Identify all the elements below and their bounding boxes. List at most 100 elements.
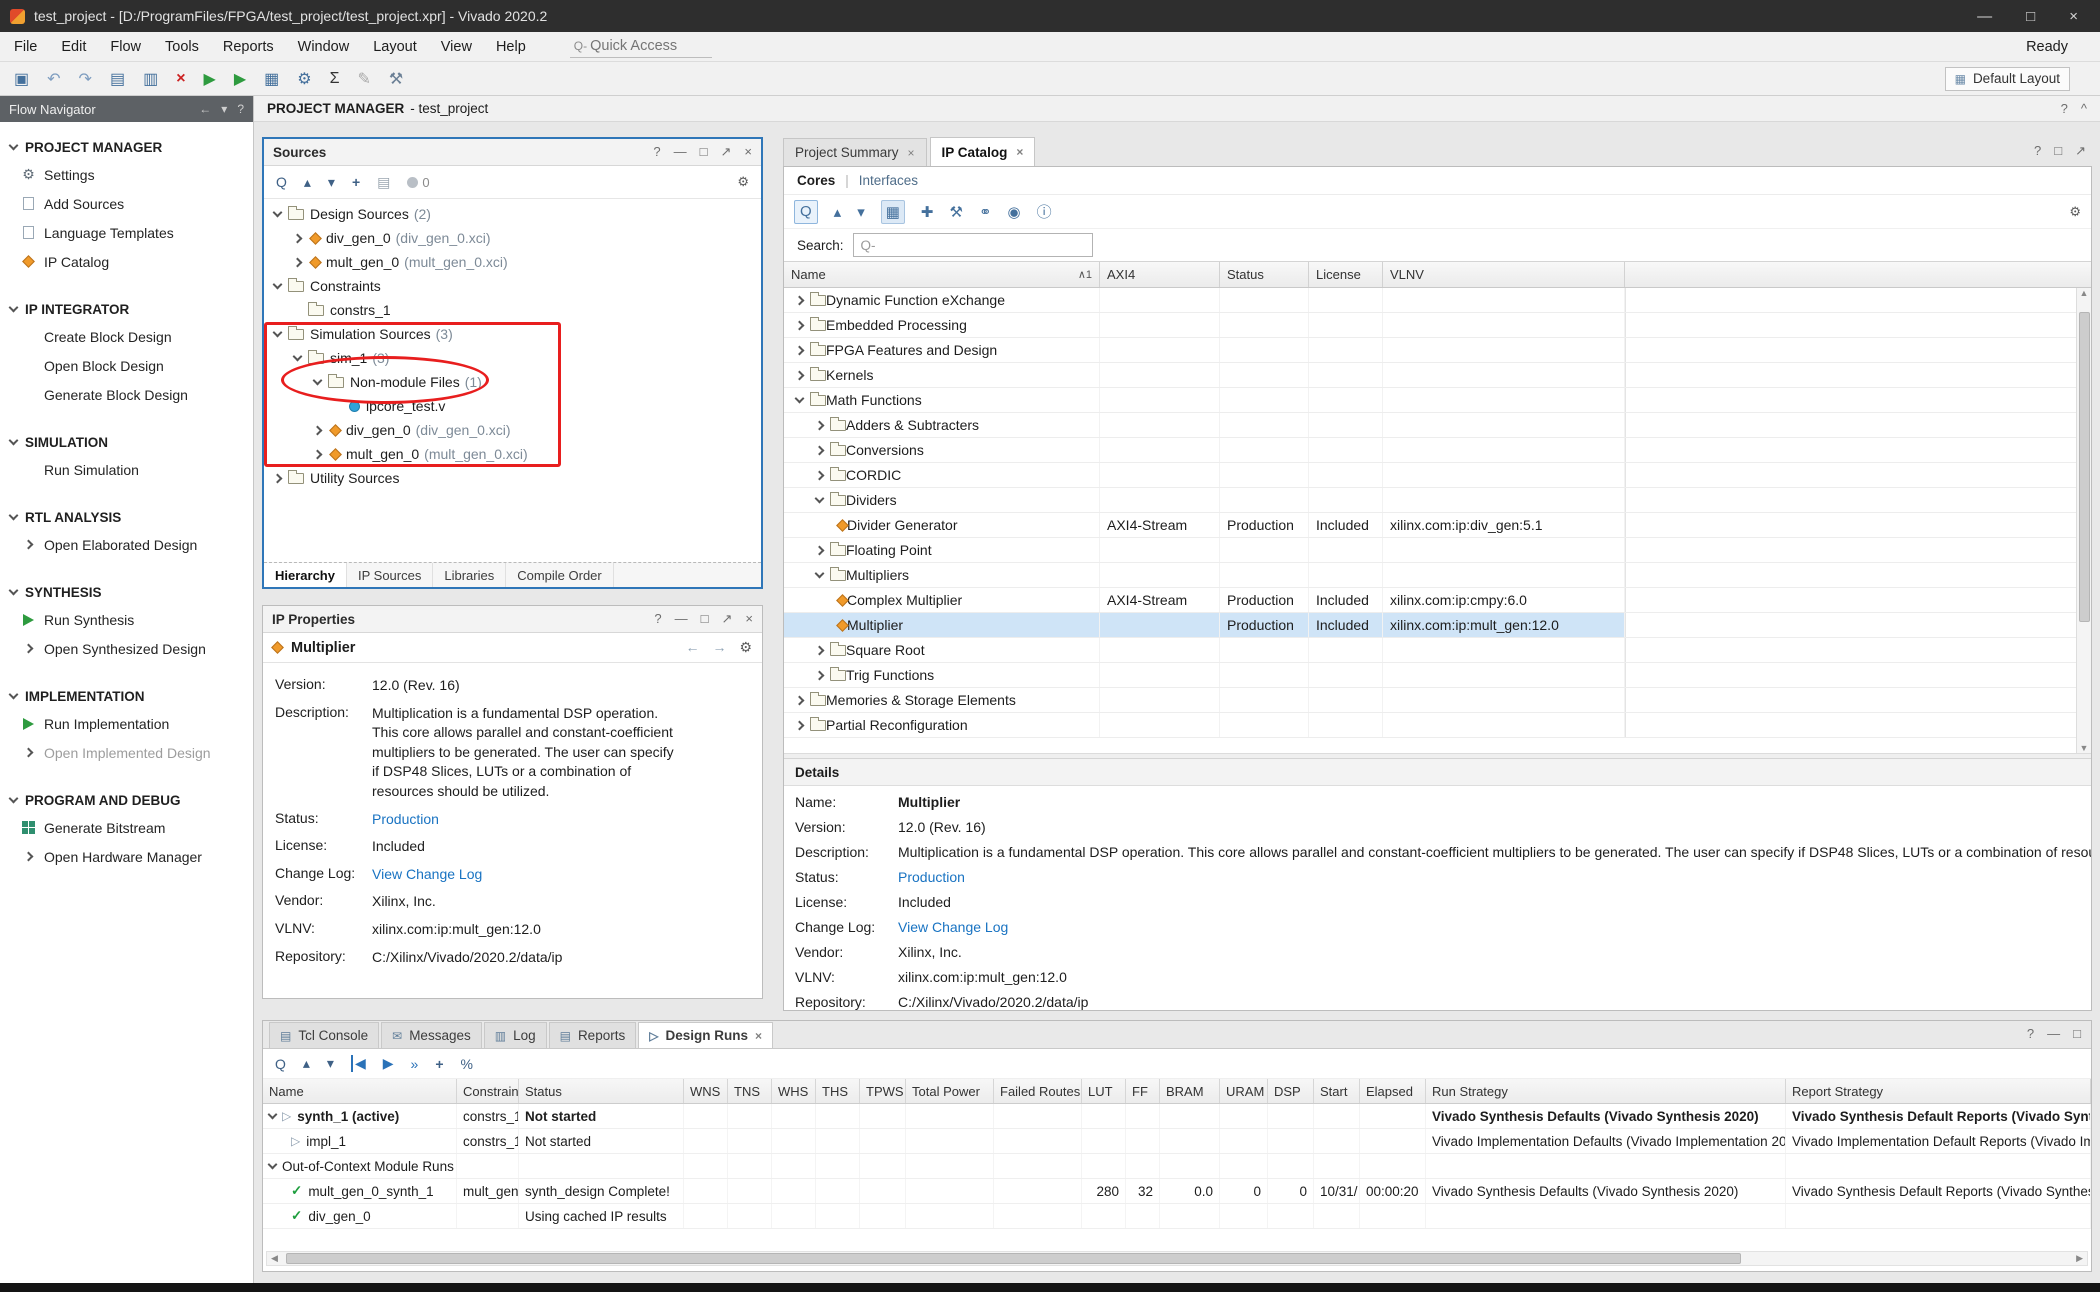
scroll-left-icon[interactable]: ◀ [271, 1253, 278, 1264]
catalog-row[interactable]: Memories & Storage Elements [784, 688, 2091, 713]
tab-compile-order[interactable]: Compile Order [506, 563, 614, 587]
flow-item-language-templates[interactable]: Language Templates [0, 218, 253, 247]
taxonomy-view-icon[interactable]: ▦ [881, 200, 905, 224]
collapse-all-icon[interactable]: ▴ [303, 1055, 310, 1072]
maximize-panel-icon[interactable]: □ [2073, 1026, 2081, 1041]
maximize-panel-icon[interactable]: □ [701, 611, 709, 627]
catalog-row[interactable]: Dividers [784, 488, 2091, 513]
tree-row-simulation-sources[interactable]: Simulation Sources (3) [264, 322, 761, 346]
tree-row-sim-div-gen[interactable]: div_gen_0 (div_gen_0.xci) [264, 418, 761, 442]
status-link[interactable]: Production [372, 810, 677, 830]
flow-item-ip-catalog[interactable]: IP Catalog [0, 247, 253, 276]
catalog-row[interactable]: Floating Point [784, 538, 2091, 563]
catalog-row[interactable]: Trig Functions [784, 663, 2091, 688]
tree-row-div-gen[interactable]: div_gen_0 (div_gen_0.xci) [264, 226, 761, 250]
chevron-right-icon[interactable] [795, 320, 805, 330]
chevron-down-icon[interactable] [313, 375, 323, 385]
flow-section-header-ip-integrator[interactable]: IP INTEGRATOR [0, 296, 253, 322]
chevron-down-icon[interactable] [273, 279, 283, 289]
chevron-down-icon[interactable] [815, 568, 825, 578]
column-header-run-strategy[interactable]: Run Strategy [1426, 1079, 1786, 1103]
chevron-right-icon[interactable] [815, 445, 825, 455]
chevron-right-icon[interactable] [815, 420, 825, 430]
tab-tcl-console[interactable]: ▤Tcl Console [269, 1022, 379, 1048]
menu-file[interactable]: File [14, 39, 37, 55]
tab-ip-catalog[interactable]: IP Catalog × [930, 137, 1036, 166]
run-row-mult-gen-synth[interactable]: ✓mult_gen_0_synth_1 mult_gen_0 synth_des… [263, 1179, 2091, 1204]
ip-status-icon[interactable]: ◉ [1008, 203, 1021, 221]
tree-row-constraints[interactable]: Constraints [264, 274, 761, 298]
catalog-row[interactable]: Adders & Subtracters [784, 413, 2091, 438]
undo-icon[interactable]: ↶ [47, 69, 60, 89]
redo-icon[interactable]: ↷ [79, 69, 92, 89]
chevron-right-icon[interactable] [795, 370, 805, 380]
chevron-right-icon[interactable] [815, 545, 825, 555]
ip-properties-header[interactable]: IP Properties ? — □ ↗ × [263, 606, 762, 633]
add-sources-icon[interactable]: + [352, 174, 360, 190]
tree-row-mult-gen[interactable]: mult_gen_0 (mult_gen_0.xci) [264, 250, 761, 274]
customize-wrench-icon[interactable]: ⚒ [950, 203, 963, 221]
minimize-panel-icon[interactable]: — [675, 611, 688, 627]
chevron-down-icon[interactable] [293, 351, 303, 361]
expand-all-icon[interactable]: ▾ [328, 174, 335, 191]
float-panel-icon[interactable]: ↗ [721, 144, 732, 160]
step-icon[interactable]: ▶ [234, 69, 246, 89]
menu-edit[interactable]: Edit [61, 39, 86, 55]
column-header-lut[interactable]: LUT [1082, 1079, 1126, 1103]
tab-design-runs[interactable]: ▷Design Runs× [638, 1022, 773, 1048]
search-icon[interactable]: Q [276, 174, 287, 190]
back-arrow-icon[interactable]: ← [685, 639, 699, 656]
charts-icon[interactable]: ▦ [264, 69, 279, 89]
quick-access-input[interactable] [590, 38, 708, 54]
chevron-right-icon[interactable] [293, 233, 303, 243]
chevron-down-icon[interactable] [815, 493, 825, 503]
chevron-right-icon[interactable] [815, 470, 825, 480]
add-repository-icon[interactable]: ✚ [921, 203, 934, 221]
run-icon[interactable]: ▶ [204, 69, 216, 89]
column-header-status[interactable]: Status [1220, 262, 1309, 287]
column-header-tpws[interactable]: TPWS [860, 1079, 906, 1103]
search-icon[interactable]: Q [275, 1056, 286, 1072]
tab-project-summary[interactable]: Project Summary × [783, 138, 927, 166]
expand-all-icon[interactable]: ▾ [857, 203, 865, 221]
column-header-whs[interactable]: WHS [772, 1079, 816, 1103]
flow-item-open-block-design[interactable]: Open Block Design [0, 351, 253, 380]
flow-item-run-implementation[interactable]: Run Implementation [0, 709, 253, 738]
info-icon[interactable]: ⓘ [1037, 201, 1052, 222]
flow-section-header-synthesis[interactable]: SYNTHESIS [0, 579, 253, 605]
reset-runs-icon[interactable]: ◀ [351, 1055, 366, 1072]
run-group-out-of-context[interactable]: Out-of-Context Module Runs [263, 1154, 2091, 1179]
scroll-up-icon[interactable]: ▲ [2080, 288, 2089, 298]
chevron-right-icon[interactable] [795, 720, 805, 730]
vertical-scrollbar[interactable]: ▲ ▼ [2076, 288, 2091, 753]
flow-item-settings[interactable]: ⚙ Settings [0, 160, 253, 189]
catalog-row[interactable]: Embedded Processing [784, 313, 2091, 338]
save-icon[interactable]: ▣ [14, 69, 29, 89]
chevron-right-icon[interactable] [815, 645, 825, 655]
flow-item-open-hardware-manager[interactable]: Open Hardware Manager [0, 842, 253, 871]
tree-row-ipcore-test[interactable]: ipcore_test.v [264, 394, 761, 418]
change-log-link[interactable]: View Change Log [372, 865, 677, 885]
forward-arrow-icon[interactable]: → [712, 639, 726, 656]
tree-row-constrs-1[interactable]: constrs_1 [264, 298, 761, 322]
column-header-ff[interactable]: FF [1126, 1079, 1160, 1103]
link-icon[interactable]: ⚭ [979, 203, 992, 221]
flow-item-open-elaborated-design[interactable]: Open Elaborated Design [0, 530, 253, 559]
column-header-name[interactable]: Name [263, 1079, 457, 1103]
maximize-panel-icon[interactable]: □ [700, 144, 708, 160]
settings-gear-icon[interactable]: ⚙ [297, 69, 311, 89]
catalog-row[interactable]: Math Functions [784, 388, 2091, 413]
run-row-synth-1[interactable]: ▷synth_1 (active) constrs_1 Not started … [263, 1104, 2091, 1129]
expand-all-icon[interactable]: ▾ [327, 1055, 334, 1072]
flow-section-header-simulation[interactable]: SIMULATION [0, 429, 253, 455]
column-header-axi4[interactable]: AXI4 [1100, 262, 1220, 287]
float-panel-icon[interactable]: ↗ [722, 611, 733, 627]
catalog-row[interactable]: Kernels [784, 363, 2091, 388]
run-row-impl-1[interactable]: ▷impl_1 constrs_1 Not started Vivado Imp… [263, 1129, 2091, 1154]
column-header-license[interactable]: License [1309, 262, 1383, 287]
collapse-icon[interactable]: ^ [2081, 101, 2087, 116]
tree-row-sim-1[interactable]: sim_1 (3) [264, 346, 761, 370]
tab-libraries[interactable]: Libraries [433, 563, 506, 587]
tab-hierarchy[interactable]: Hierarchy [264, 563, 347, 587]
chevron-right-icon[interactable] [815, 670, 825, 680]
